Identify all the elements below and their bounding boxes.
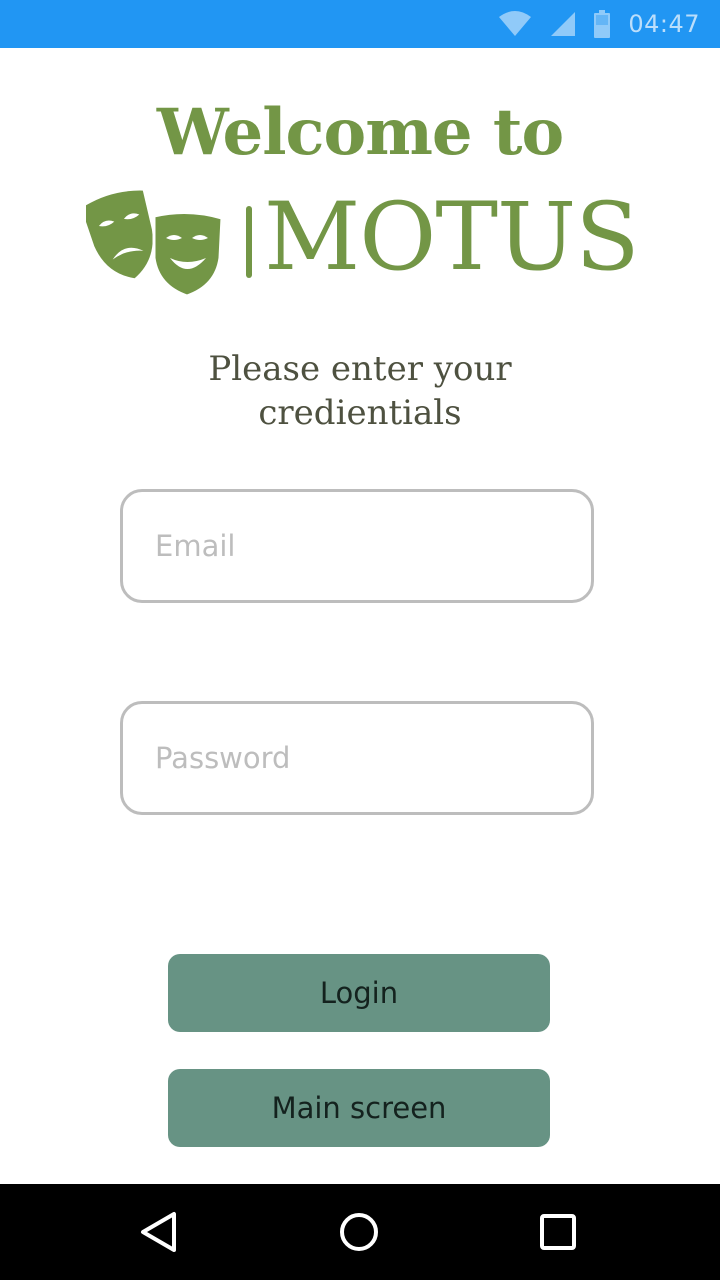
status-time: 04:47 — [628, 10, 700, 38]
theater-masks-icon — [86, 190, 224, 298]
brand-name: MOTUS — [264, 183, 640, 292]
credentials-prompt: Please enter your credientials — [0, 347, 720, 435]
credentials-prompt-line-2: credientials — [258, 393, 462, 433]
back-button[interactable] — [128, 1202, 188, 1262]
status-bar: 04:47 — [0, 0, 720, 48]
app-logo: MOTUS — [86, 186, 646, 298]
email-field-container — [120, 489, 594, 603]
battery-icon — [594, 10, 611, 38]
password-field-container — [120, 701, 594, 815]
main-screen-button[interactable]: Main screen — [168, 1069, 550, 1147]
status-icons: 04:47 — [498, 0, 700, 48]
login-button[interactable]: Login — [168, 954, 550, 1032]
password-field[interactable] — [123, 704, 591, 812]
wifi-icon — [499, 11, 532, 36]
home-circle-icon — [340, 1213, 378, 1251]
signal-icon — [551, 12, 576, 36]
welcome-heading: Welcome to — [156, 95, 564, 170]
recent-apps-button[interactable] — [528, 1202, 588, 1262]
email-field[interactable] — [123, 492, 591, 600]
login-screen: 04:47 Welcome to MOTUS Please enter your… — [0, 0, 720, 1280]
credentials-prompt-line-1: Please enter your — [208, 349, 512, 389]
navigation-bar — [0, 1184, 720, 1280]
home-button[interactable] — [329, 1202, 389, 1262]
back-triangle-icon — [141, 1212, 176, 1252]
logo-divider — [246, 206, 252, 278]
recent-apps-square-icon — [540, 1214, 576, 1250]
